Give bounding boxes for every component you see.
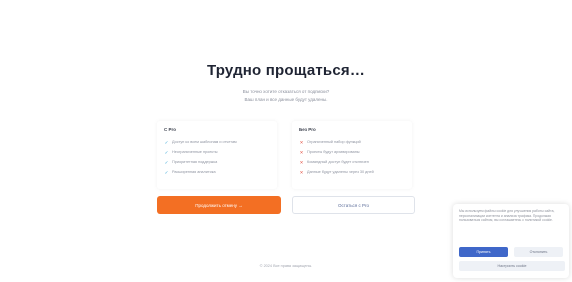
manage-cookies-button[interactable]: Настроить cookie [459,261,565,271]
page-subtitle-line-1: Вы точно хотите отказаться от подписки? [242,89,330,94]
accept-cookies-button[interactable]: Принять [459,247,508,257]
with-plan-feature: ✓ Приоритетная поддержка [164,157,270,167]
page-subtitle-line-2: Ваш план и все данные будут удалены. [244,97,328,102]
keep-plan-button[interactable]: Остаться с Pro [292,196,415,214]
with-plan-card: С Pro ✓ Доступ ко всем шаблонам и отчета… [157,121,277,189]
cross-icon: ✕ [299,139,304,145]
cross-icon: ✕ [299,149,304,155]
without-plan-title: Без Pro [299,127,316,132]
without-plan-card: Без Pro ✕ Ограниченный набор функций ✕ П… [292,121,412,189]
reject-cookies-button[interactable]: Отклонить [514,247,563,257]
check-icon: ✓ [164,139,169,145]
with-plan-title: С Pro [164,127,177,132]
continue-cancel-button[interactable]: Продолжить отмену → [157,196,281,214]
without-plan-feature: ✕ Проекты будут архивированы [299,147,405,157]
with-plan-feature: ✓ Доступ ко всем шаблонам и отчетам [164,137,270,147]
feature-label: Неограниченные проекты [172,150,218,154]
check-icon: ✓ [164,169,169,175]
feature-label: Приоритетная поддержка [172,160,218,164]
without-plan-feature: ✕ Данные будут удалены через 30 дней [299,167,405,177]
cookie-text: Мы используем файлы cookie для улучшения… [459,209,555,223]
feature-label: Данные будут удалены через 30 дней [307,170,374,174]
feature-label: Расширенная аналитика [172,170,216,174]
cookie-banner: Мы используем файлы cookie для улучшения… [453,204,569,278]
feature-label: Ограниченный набор функций [307,140,361,144]
cross-icon: ✕ [299,169,304,175]
feature-label: Командный доступ будет отключен [307,160,369,164]
check-icon: ✓ [164,159,169,165]
cookie-button-row: Принять Отклонить [459,247,563,257]
feature-label: Доступ ко всем шаблонам и отчетам [172,140,237,144]
page-title: Трудно прощаться… [206,62,366,79]
without-plan-feature: ✕ Командный доступ будет отключен [299,157,405,167]
feature-label: Проекты будут архивированы [307,150,360,154]
check-icon: ✓ [164,149,169,155]
without-plan-feature: ✕ Ограниченный набор функций [299,137,405,147]
cross-icon: ✕ [299,159,304,165]
with-plan-feature: ✓ Неограниченные проекты [164,147,270,157]
with-plan-feature: ✓ Расширенная аналитика [164,167,270,177]
